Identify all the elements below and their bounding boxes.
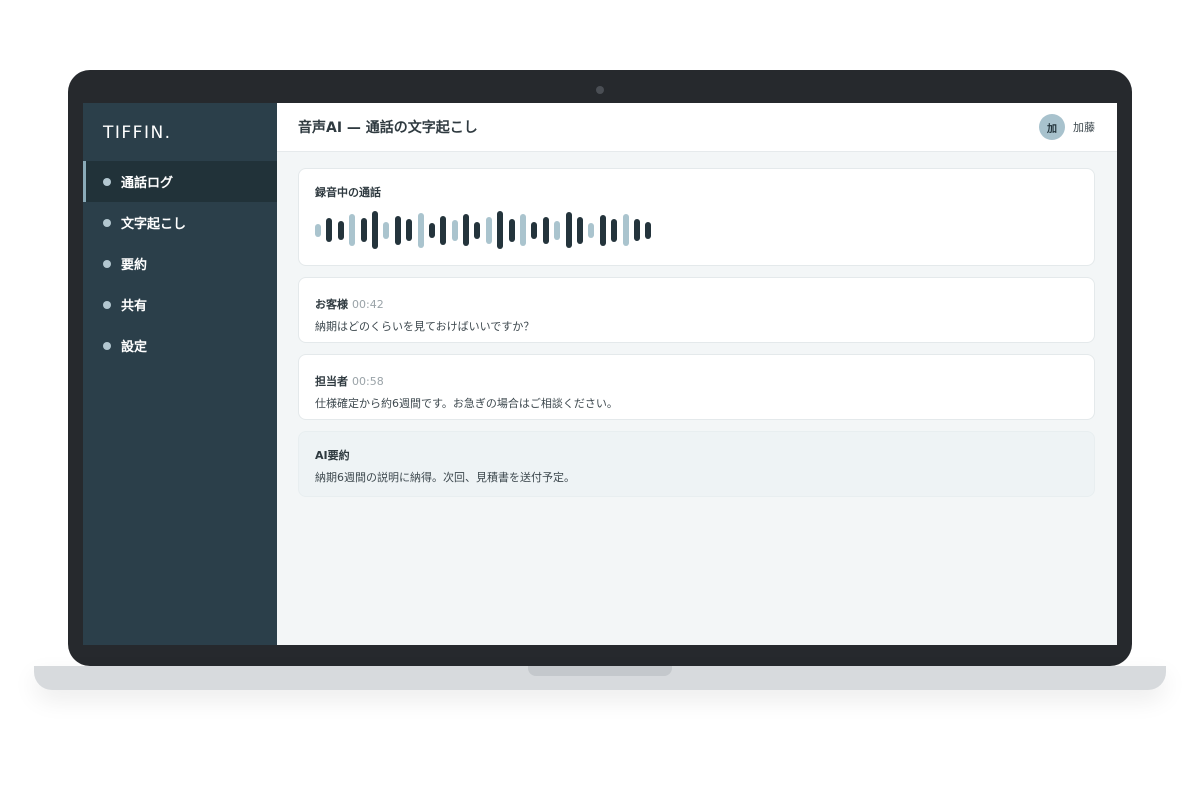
waveform-bar <box>531 221 538 239</box>
page-title: 音声AI — 通話の文字起こし <box>298 120 478 136</box>
waveform-bar <box>406 219 413 241</box>
speaker-name: お客様 <box>315 298 348 311</box>
recording-card: 録音中の通話 <box>298 168 1095 266</box>
waveform-bar <box>463 214 470 246</box>
message-text: 仕様確定から約6週間です。お急ぎの場合はご相談ください。 <box>315 397 618 410</box>
waveform-bar <box>337 220 344 240</box>
waveform-bar <box>622 214 629 246</box>
waveform-bar <box>576 216 583 244</box>
waveform-bar <box>485 216 492 244</box>
laptop-hinge <box>528 666 672 676</box>
waveform-bar <box>633 219 640 241</box>
message-header: お客様 00:42 <box>315 293 1078 312</box>
waveform-bar <box>440 215 447 245</box>
waveform-bar <box>565 212 572 248</box>
content-area: 録音中の通話 お客様 00:42 納期はどのくらいを見ておけばいいですか？ 担当者… <box>277 152 1117 508</box>
user-menu[interactable]: 加 加藤 <box>1039 114 1095 140</box>
bullet-icon <box>103 341 111 350</box>
bullet-icon <box>103 218 111 227</box>
waveform-bar <box>315 223 321 237</box>
sidebar-item-label: 文字起こし <box>121 217 187 232</box>
user-name: 加藤 <box>1073 121 1095 134</box>
waveform-bar <box>542 216 549 244</box>
sidebar: TIFFIN. 通話ログ 文字起こし 要約 共有 設定 <box>83 103 277 645</box>
sidebar-item-share[interactable]: 共有 <box>83 284 277 325</box>
waveform-bar <box>417 212 424 248</box>
speaker-name: 担当者 <box>315 375 348 388</box>
summary-title: AI要約 <box>315 449 350 462</box>
waveform-bar <box>383 221 390 239</box>
message-header: 担当者 00:58 <box>315 370 1078 389</box>
audio-waveform <box>315 210 1078 250</box>
camera-icon <box>596 86 604 94</box>
waveform-bar <box>599 214 606 246</box>
waveform-bar <box>360 218 367 242</box>
app-screen: TIFFIN. 通話ログ 文字起こし 要約 共有 設定 音声AI — 通話の文字… <box>83 103 1117 645</box>
sidebar-item-transcription[interactable]: 文字起こし <box>83 202 277 243</box>
laptop-base <box>34 666 1166 690</box>
brand-logo: TIFFIN. <box>103 123 172 143</box>
transcript-message-agent: 担当者 00:58 仕様確定から約6週間です。お急ぎの場合はご相談ください。 <box>298 354 1095 420</box>
bullet-icon <box>103 177 111 186</box>
recording-title: 録音中の通話 <box>315 186 381 199</box>
sidebar-item-label: 設定 <box>121 340 148 355</box>
top-bar: 音声AI — 通話の文字起こし 加 加藤 <box>277 103 1117 152</box>
message-timestamp: 00:58 <box>352 375 384 388</box>
avatar[interactable]: 加 <box>1039 114 1065 140</box>
main-panel: 音声AI — 通話の文字起こし 加 加藤 録音中の通話 お客様 00:42 納期は… <box>277 103 1117 645</box>
waveform-bar <box>588 222 595 238</box>
waveform-bar <box>428 222 435 238</box>
sidebar-item-settings[interactable]: 設定 <box>83 325 277 366</box>
sidebar-item-label: 通話ログ <box>121 176 174 191</box>
waveform-bar <box>326 218 333 242</box>
bullet-icon <box>103 300 111 309</box>
message-timestamp: 00:42 <box>352 298 384 311</box>
waveform-bar <box>611 218 618 242</box>
ai-summary-card: AI要約 納期6週間の説明に納得。次回、見積書を送付予定。 <box>298 431 1095 497</box>
waveform-bar <box>371 211 378 249</box>
waveform-bar <box>394 215 401 245</box>
sidebar-item-label: 共有 <box>121 299 148 314</box>
summary-text: 納期6週間の説明に納得。次回、見積書を送付予定。 <box>315 471 575 484</box>
waveform-bar <box>451 219 458 241</box>
waveform-bar <box>554 220 561 240</box>
waveform-bar <box>474 221 481 239</box>
sidebar-item-label: 要約 <box>121 258 148 273</box>
sidebar-item-call-log[interactable]: 通話ログ <box>83 161 277 202</box>
transcript-message-customer: お客様 00:42 納期はどのくらいを見ておけばいいですか？ <box>298 277 1095 343</box>
waveform-bar <box>520 214 527 246</box>
waveform-bar <box>645 221 652 239</box>
bullet-icon <box>103 259 111 268</box>
sidebar-item-summary[interactable]: 要約 <box>83 243 277 284</box>
message-text: 納期はどのくらいを見ておけばいいですか？ <box>315 320 535 333</box>
sidebar-nav: 通話ログ 文字起こし 要約 共有 設定 <box>83 161 277 366</box>
waveform-bar <box>349 214 356 246</box>
waveform-bar <box>497 211 504 249</box>
waveform-bar <box>508 218 515 242</box>
